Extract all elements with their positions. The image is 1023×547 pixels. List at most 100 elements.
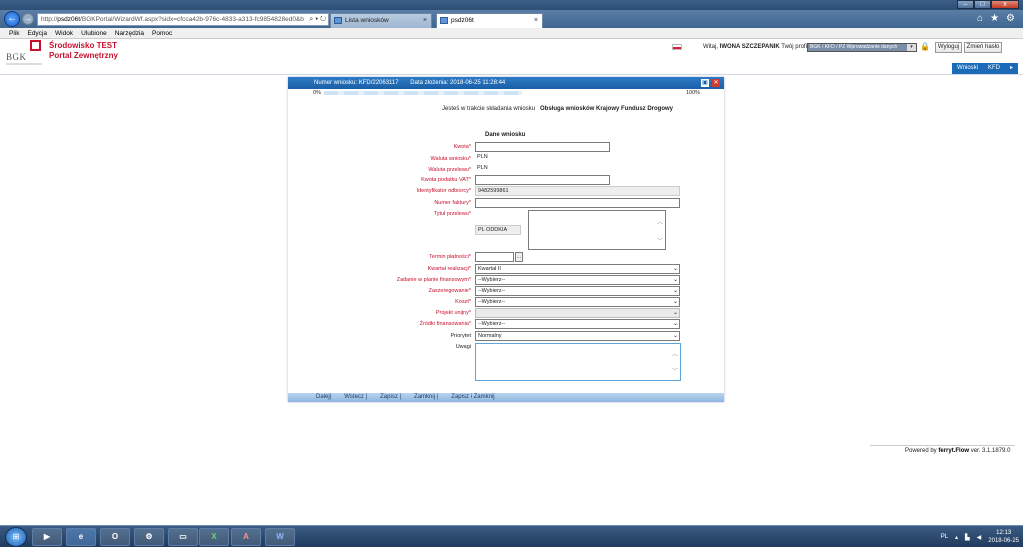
- progress-fill: [324, 91, 522, 95]
- wizard-footer: Dalej| Wstecz | Zapisz | Zamknij | Zapis…: [288, 393, 724, 402]
- priorytet-label: Priorytet: [450, 333, 471, 339]
- gear-icon[interactable]: ⚙: [1006, 13, 1015, 24]
- priorytet-select[interactable]: Normalny ⌄: [475, 331, 680, 341]
- menu-bar: Plik Edycja Widok Ulubione Narzędzia Pom…: [0, 28, 1023, 39]
- access-icon[interactable]: A: [231, 528, 261, 546]
- file-explorer-icon[interactable]: ▭: [168, 528, 198, 546]
- zaszeregowanie-select[interactable]: --Wybierz-- ⌄: [475, 286, 680, 296]
- projekt-unijny-label: Projekt unijny*: [435, 310, 471, 316]
- kwota-input[interactable]: [475, 142, 610, 152]
- user-info: Witaj, IWONA SZCZEPANIK Twój profil:: [703, 44, 810, 50]
- volume-icon[interactable]: ◀: [977, 534, 982, 541]
- close-window-button[interactable]: x: [991, 0, 1019, 9]
- menu-narzedzia[interactable]: Narzędzia: [115, 28, 144, 38]
- zadanie-select[interactable]: --Wybierz-- ⌄: [475, 275, 680, 285]
- waluta-wniosku-label: Waluta wniosku*: [430, 156, 471, 162]
- windows-taskbar: ⊞ ▶ e O ⚙ ▭ X A W PL ▴ ▙ ◀ 12:13 2018-06…: [0, 525, 1023, 547]
- scroll-up-icon[interactable]: ︿: [657, 217, 663, 226]
- system-tray: PL ▴ ▙ ◀ 12:13 2018-06-25: [941, 529, 1019, 545]
- calendar-button[interactable]: ...: [515, 252, 523, 262]
- profile-select[interactable]: BGK / KFD / PZ Wprowadzanie danych ▾: [807, 43, 917, 52]
- tab-wnioski[interactable]: Wnioski: [952, 63, 983, 74]
- termin-input[interactable]: [475, 252, 514, 262]
- tab-close-icon[interactable]: ×: [423, 14, 427, 27]
- termin-label: Termin płatności*: [429, 254, 471, 260]
- koszt-select[interactable]: --Wybierz-- ⌄: [475, 297, 680, 307]
- tray-arrow-icon[interactable]: ▴: [955, 534, 958, 541]
- kwota-vat-input[interactable]: [475, 175, 610, 185]
- tabs-scroll-arrow-icon[interactable]: ▸: [1005, 63, 1018, 74]
- minimize-button[interactable]: –: [957, 0, 974, 9]
- kwota-vat-label: Kwota podatku VAT*: [421, 177, 471, 183]
- section-title: Dane wniosku: [485, 132, 526, 138]
- polish-flag-icon[interactable]: [672, 44, 682, 50]
- settings-app-icon[interactable]: ⚙: [134, 528, 164, 546]
- scroll-down-icon[interactable]: ﹀: [657, 236, 663, 245]
- home-icon[interactable]: ⌂: [977, 13, 983, 24]
- excel-icon[interactable]: X: [199, 528, 229, 546]
- clock[interactable]: 12:13 2018-06-25: [988, 529, 1019, 545]
- back-step-button[interactable]: Wstecz |: [344, 393, 367, 402]
- window-titlebar: – □ x: [0, 0, 1023, 10]
- maximize-button[interactable]: □: [974, 0, 991, 9]
- logo-underline: [6, 63, 42, 65]
- koszt-label: Koszt*: [455, 299, 471, 305]
- waluta-przelewu-label: Waluta przelewu*: [428, 167, 471, 173]
- save-button[interactable]: Zapisz |: [380, 393, 401, 402]
- save-and-close-button[interactable]: Zapisz i Zamknij: [451, 393, 494, 402]
- browser-navbar: ← → http://psdz06t/BGKPortal/WizardWf.as…: [0, 10, 1023, 28]
- forward-button[interactable]: →: [22, 13, 34, 25]
- tab-close-icon[interactable]: ×: [534, 14, 538, 27]
- menu-edycja[interactable]: Edycja: [27, 28, 47, 38]
- chevron-down-icon: ▾: [907, 44, 916, 51]
- wizard-panel: Numer wniosku: KFD/22063117 Data złożeni…: [288, 77, 724, 402]
- powered-by: Powered by ferryt.Flow ver. 3.1.1879.0: [905, 448, 1011, 454]
- numer-faktury-input[interactable]: [475, 198, 680, 208]
- change-password-button[interactable]: Zmień hasło: [964, 42, 1002, 53]
- back-button[interactable]: ←: [4, 11, 20, 27]
- menu-widok[interactable]: Widok: [55, 28, 73, 38]
- panel-header: Numer wniosku: KFD/22063117 Data złożeni…: [288, 77, 724, 89]
- language-indicator[interactable]: PL: [941, 534, 948, 540]
- environment-title: Środowisko TEST: [49, 41, 118, 50]
- module-tabs: Wnioski KFD ▸: [952, 63, 1019, 74]
- network-icon[interactable]: ▙: [965, 534, 970, 541]
- intro-text: Jesteś w trakcie składania wniosku: [442, 106, 536, 112]
- tab-lista-wnioskow[interactable]: Lista wniosków ×: [330, 13, 432, 28]
- favorites-star-icon[interactable]: ★: [990, 13, 999, 24]
- menu-pomoc[interactable]: Pomoc: [152, 28, 172, 38]
- next-button[interactable]: Dalej|: [316, 393, 331, 402]
- close-button[interactable]: Zamknij |: [414, 393, 438, 402]
- zrodlo-select[interactable]: --Wybierz-- ⌄: [475, 319, 680, 329]
- kwartal-select[interactable]: Kwartał II ⌄: [475, 264, 680, 274]
- word-icon[interactable]: W: [265, 528, 295, 546]
- kwota-label: Kwota*: [453, 144, 471, 150]
- address-actions-icons[interactable]: ⌕ ▾ ↻: [307, 14, 326, 25]
- save-icon[interactable]: ▣: [701, 79, 709, 87]
- internet-explorer-icon[interactable]: e: [66, 528, 96, 546]
- kwartal-label: Kwartał realizacji*: [427, 266, 471, 272]
- tytul-przelewu-textarea[interactable]: ︿ ﹀: [528, 210, 666, 250]
- logout-button[interactable]: Wyloguj: [935, 42, 962, 53]
- close-icon[interactable]: ✕: [712, 79, 720, 87]
- chevron-down-icon: ⌄: [672, 310, 678, 316]
- tytul-prefix: PL ODDKIA: [475, 225, 521, 235]
- tab-psdz06t[interactable]: psdz06t ×: [436, 13, 543, 28]
- uwagi-textarea[interactable]: ︿ ﹀: [475, 343, 681, 381]
- process-name: Obsługa wniosków Krajowy Fundusz Drogowy: [540, 106, 674, 112]
- outlook-icon[interactable]: O: [100, 528, 130, 546]
- tab-kfd[interactable]: KFD: [983, 63, 1005, 74]
- scroll-down-icon[interactable]: ﹀: [672, 366, 678, 375]
- media-player-icon[interactable]: ▶: [32, 528, 62, 546]
- chevron-down-icon: ⌄: [672, 277, 678, 283]
- identyfikator-label: Identyfikator odbiorcy*: [416, 188, 471, 194]
- numer-faktury-label: Numer faktury*: [434, 200, 471, 206]
- menu-ulubione[interactable]: Ulubione: [81, 28, 107, 38]
- scroll-up-icon[interactable]: ︿: [672, 349, 678, 358]
- windows-start-icon[interactable]: ⊞: [5, 527, 27, 547]
- menu-plik[interactable]: Plik: [9, 28, 19, 38]
- page-favicon-icon: [334, 17, 342, 24]
- chevron-down-icon: ⌄: [672, 266, 678, 272]
- address-bar[interactable]: http://psdz06t/BGKPortal/WizardWf.aspx?s…: [37, 13, 329, 26]
- waluta-wniosku-value: PLN: [477, 154, 488, 160]
